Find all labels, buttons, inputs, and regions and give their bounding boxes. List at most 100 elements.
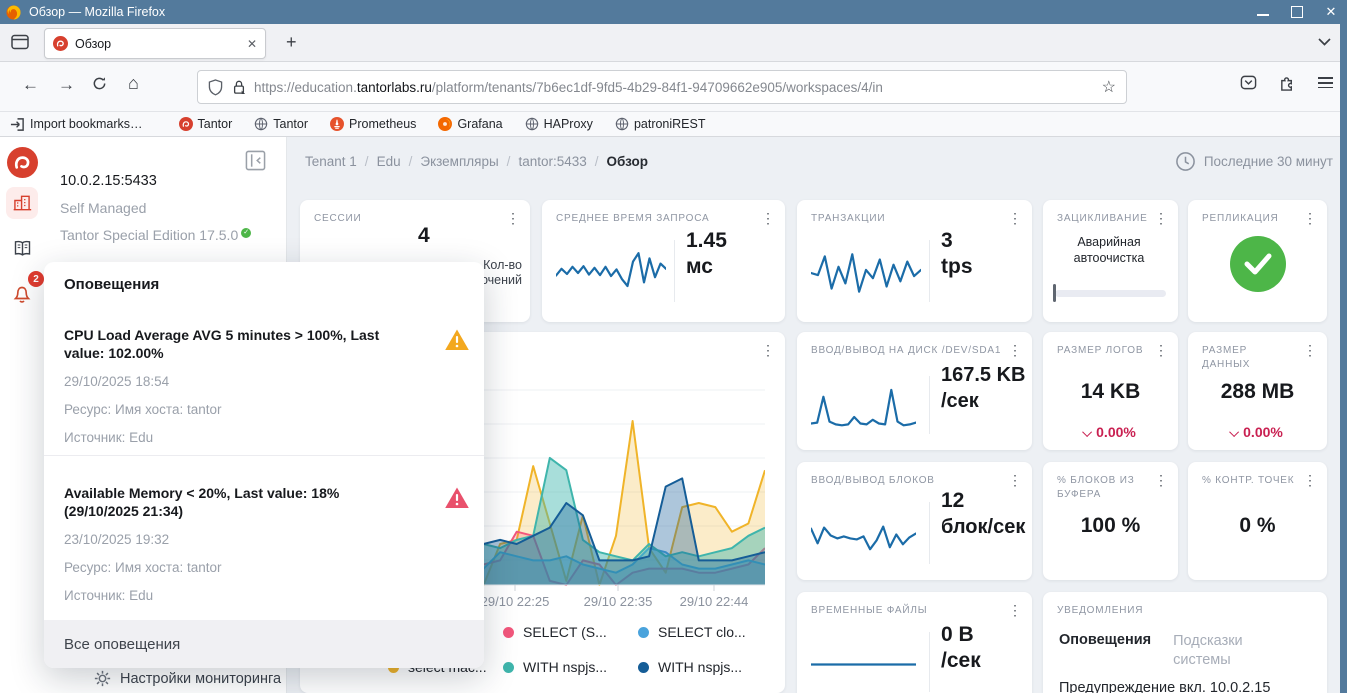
checkpoints-value: 0 % <box>1239 514 1276 537</box>
navigation-toolbar: ← → ⌂ https://education.tantorlabs.ru/pl… <box>0 62 1347 112</box>
url-text[interactable]: https://education.tantorlabs.ru/platform… <box>254 80 1098 95</box>
bookmark-grafana[interactable]: Grafana <box>438 117 503 131</box>
window-maximize-button[interactable] <box>1291 6 1303 18</box>
legend-item[interactable]: WITH nspjs... <box>638 659 742 675</box>
alerts-bell-icon[interactable]: 2 <box>6 271 44 309</box>
monitoring-settings-item[interactable]: Настройки мониторинга <box>94 670 281 687</box>
card-title: СЕССИИ <box>314 213 362 224</box>
popup-title: Оповещения <box>64 276 160 293</box>
tantor-logo-icon[interactable] <box>6 146 38 178</box>
alert-title[interactable]: CPU Load Average AVG 5 minutes > 100%, L… <box>64 326 404 362</box>
card-title: % КОНТР. ТОЧЕК <box>1202 475 1295 486</box>
sidebar-item-docs[interactable] <box>6 232 38 264</box>
extensions-icon[interactable] <box>1279 74 1296 91</box>
bookmark-import[interactable]: Import bookmarks… <box>10 117 143 132</box>
card-wraparound: ЗАЦИКЛИВАНИЕ ⋮ Аварийная автоочистка <box>1043 200 1178 322</box>
card-replication: РЕПЛИКАЦИЯ ⋮ <box>1188 200 1327 322</box>
card-title: ВВОД/ВЫВОД БЛОКОВ <box>811 475 935 486</box>
kebab-menu-icon[interactable]: ⋮ <box>1154 210 1168 227</box>
block-io-sparkline <box>811 525 916 551</box>
breadcrumb-instance[interactable]: tantor:5433 <box>518 154 586 169</box>
breadcrumb-instances[interactable]: Экземпляры <box>420 154 498 169</box>
bookmark-tantor-2[interactable]: Tantor <box>254 117 308 131</box>
tab-alerts[interactable]: Оповещения <box>1059 632 1151 670</box>
kebab-menu-icon[interactable]: ⋮ <box>1008 342 1022 359</box>
transactions-value: 3 tps <box>941 229 973 278</box>
new-tab-button[interactable]: + <box>286 32 297 53</box>
menu-hamburger-icon[interactable] <box>1318 74 1333 91</box>
reload-icon[interactable] <box>92 76 107 91</box>
kebab-menu-icon[interactable]: ⋮ <box>1008 602 1022 619</box>
trend-down-icon <box>1229 427 1240 438</box>
kebab-menu-icon[interactable]: ⋮ <box>1303 472 1317 489</box>
time-range-selector[interactable]: Последние 30 минут <box>1175 151 1333 172</box>
divider <box>44 455 484 456</box>
url-bar[interactable]: https://education.tantorlabs.ru/platform… <box>197 70 1127 104</box>
window-border <box>1340 0 1347 693</box>
block-io-value: 12 блок/сек <box>941 489 1026 538</box>
kebab-menu-icon[interactable]: ⋮ <box>761 342 775 359</box>
card-data-size: РАЗМЕР ДАННЫХ ⋮ 288 MB 0.00% <box>1188 332 1327 450</box>
url-path: /platform/tenants/7b6ec1df-9fd5-4b29-84f… <box>431 79 883 95</box>
tab-strip: Обзор ✕ + <box>0 24 1347 62</box>
notification-message[interactable]: Предупреждение вкл. 10.0.2.15 <box>1059 680 1270 693</box>
disk-io-sparkline <box>811 388 916 427</box>
kebab-menu-icon[interactable]: ⋮ <box>1303 210 1317 227</box>
lock-icon[interactable] <box>232 79 246 95</box>
import-icon <box>10 117 24 131</box>
avg-query-value: 1.45 мс <box>686 229 727 278</box>
kebab-menu-icon[interactable]: ⋮ <box>761 210 775 227</box>
sidebar-rail: 2 <box>0 137 44 693</box>
warning-triangle-icon <box>444 328 470 352</box>
alert-title[interactable]: Available Memory < 20%, Last value: 18% … <box>64 484 404 520</box>
log-size-value: 14 KB <box>1080 380 1141 403</box>
card-title: % БЛОКОВ ИЗ БУФЕРА <box>1057 475 1135 500</box>
shield-icon[interactable] <box>208 78 223 96</box>
card-transactions: ТРАНЗАКЦИИ ⋮ 3 tps <box>797 200 1032 322</box>
bookmark-patronirest[interactable]: patroniREST <box>615 117 706 131</box>
bookmark-haproxy[interactable]: HAProxy <box>525 117 593 131</box>
legend-item[interactable]: SELECT (S... <box>503 624 607 640</box>
kebab-menu-icon[interactable]: ⋮ <box>1154 472 1168 489</box>
all-alerts-button[interactable]: Все оповещения <box>44 620 484 668</box>
back-button[interactable]: ← <box>22 75 39 95</box>
firefox-logo-icon <box>6 4 21 20</box>
window-minimize-button[interactable] <box>1257 6 1269 18</box>
list-all-tabs-chevron-icon[interactable] <box>1318 38 1331 46</box>
home-button[interactable]: ⌂ <box>128 73 139 94</box>
critical-triangle-icon <box>444 486 470 510</box>
alerts-popup: Оповещения CPU Load Average AVG 5 minute… <box>44 262 484 668</box>
breadcrumb: Tenant 1/ Edu / Экземпляры / tantor:5433/ … <box>305 154 649 169</box>
browser-tab[interactable]: Обзор ✕ <box>44 28 266 59</box>
tab-system-hints[interactable]: Подсказки системы <box>1173 632 1269 670</box>
kebab-menu-icon[interactable]: ⋮ <box>506 210 520 227</box>
window-close-button[interactable]: ✕ <box>1325 5 1337 18</box>
kebab-menu-icon[interactable]: ⋮ <box>1008 472 1022 489</box>
pocket-icon[interactable] <box>1240 74 1257 91</box>
kebab-menu-icon[interactable]: ⋮ <box>1008 210 1022 227</box>
grafana-icon <box>438 117 453 131</box>
url-scheme: https://education. <box>254 79 357 95</box>
collapse-panel-icon[interactable] <box>245 150 266 171</box>
breadcrumb-tenant[interactable]: Tenant 1 <box>305 154 357 169</box>
data-size-trend: 0.00% <box>1188 424 1327 440</box>
sidebar-item-instances[interactable] <box>6 187 38 219</box>
url-fade <box>1026 75 1096 101</box>
x-tick-label: 29/10 22:25 <box>480 594 550 609</box>
bookmark-star-icon[interactable]: ☆ <box>1102 77 1116 97</box>
tab-title: Обзор <box>75 36 112 51</box>
kebab-menu-icon[interactable]: ⋮ <box>1154 342 1168 359</box>
legend-item[interactable]: WITH nspjs... <box>503 659 607 675</box>
tab-close-icon[interactable]: ✕ <box>247 37 257 51</box>
replication-ok-icon <box>1229 236 1286 292</box>
bookmark-prometheus[interactable]: Prometheus <box>330 117 416 131</box>
window-title: Обзор — Mozilla Firefox <box>29 5 166 19</box>
card-temp-files: ВРЕМЕННЫЕ ФАЙЛЫ ⋮ 0 В /сек <box>797 592 1032 693</box>
bookmark-tantor[interactable]: Tantor <box>178 117 232 131</box>
legend-item[interactable]: SELECT clo... <box>638 624 746 640</box>
firefox-view-icon[interactable] <box>10 32 32 54</box>
alert-source: Источник: Edu <box>64 430 154 445</box>
breadcrumb-workspace[interactable]: Edu <box>377 154 401 169</box>
forward-button[interactable]: → <box>58 75 75 95</box>
kebab-menu-icon[interactable]: ⋮ <box>1303 342 1317 359</box>
